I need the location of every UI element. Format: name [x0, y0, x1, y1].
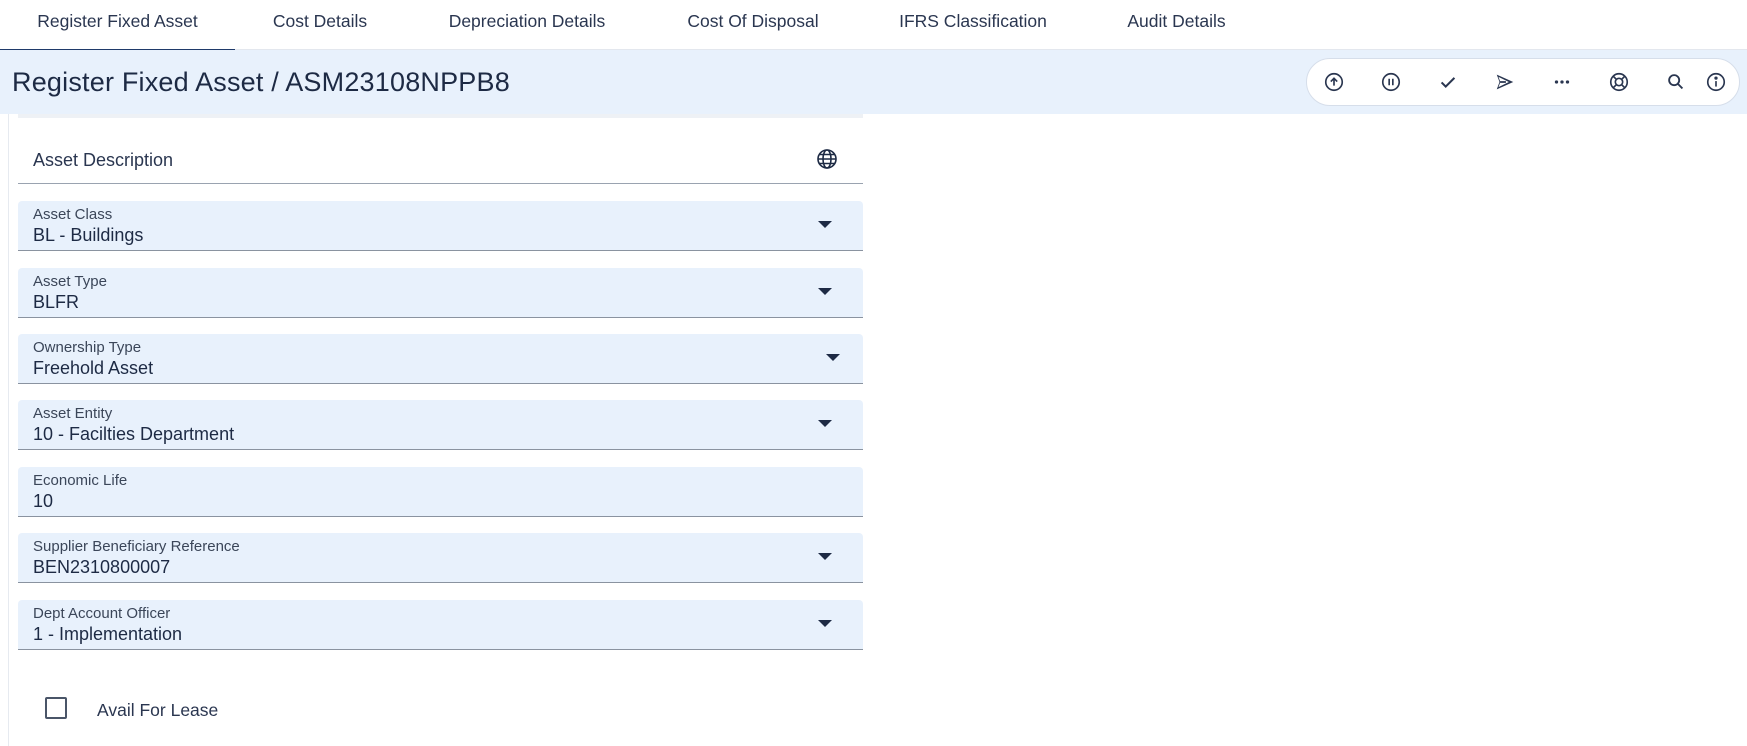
divider: [18, 114, 863, 118]
dept-account-officer-value: 1 - Implementation: [33, 624, 183, 644]
chevron-down-icon[interactable]: [818, 420, 832, 427]
asset-entity-select[interactable]: Asset Entity 10 - Facilties Department: [18, 400, 863, 450]
tab-audit-details[interactable]: Audit Details: [1110, 0, 1243, 49]
chevron-down-icon[interactable]: [818, 553, 832, 560]
pause-icon: [1381, 72, 1401, 92]
upload-icon: [1324, 72, 1344, 92]
ownership-type-select[interactable]: Ownership Type Freehold Asset: [18, 334, 863, 384]
page-title: Register Fixed Asset / ASM23108NPPB8: [12, 67, 510, 97]
help-button[interactable]: [1602, 65, 1636, 99]
ownership-type-value: Freehold Asset: [33, 358, 154, 378]
pause-button[interactable]: [1374, 65, 1408, 99]
asset-class-value: BL - Buildings: [33, 225, 144, 245]
send-button[interactable]: [1488, 65, 1522, 99]
asset-type-value: BLFR: [33, 292, 80, 312]
chevron-down-icon[interactable]: [818, 288, 832, 295]
tab-cost-details[interactable]: Cost Details: [250, 0, 390, 49]
tab-cost-of-disposal[interactable]: Cost Of Disposal: [668, 0, 838, 49]
more-icon: [1554, 80, 1570, 84]
tab-register-fixed-asset[interactable]: Register Fixed Asset: [0, 0, 235, 52]
info-button[interactable]: [1699, 65, 1733, 99]
send-icon: [1496, 74, 1514, 90]
form-area: Asset Description Asset Class BL - Build…: [0, 114, 1747, 746]
chevron-down-icon[interactable]: [818, 221, 832, 228]
asset-class-label: Asset Class: [33, 206, 113, 223]
check-icon: [1440, 77, 1456, 89]
ownership-type-label: Ownership Type: [33, 339, 142, 356]
supplier-beneficiary-reference-select[interactable]: Supplier Beneficiary Reference BEN231080…: [18, 533, 863, 583]
asset-entity-value: 10 - Facilties Department: [33, 424, 235, 444]
supplier-beneficiary-reference-label: Supplier Beneficiary Reference: [33, 538, 240, 555]
supplier-beneficiary-reference-value: BEN2310800007: [33, 557, 171, 577]
globe-icon[interactable]: [815, 147, 839, 171]
economic-life-input[interactable]: Economic Life 10: [18, 467, 863, 517]
tab-depreciation-details[interactable]: Depreciation Details: [426, 0, 628, 49]
asset-description-label: Asset Description: [33, 150, 174, 170]
action-toolbar: [1306, 58, 1740, 106]
more-button[interactable]: [1545, 65, 1579, 99]
chevron-down-icon[interactable]: [818, 620, 832, 627]
search-icon: [1668, 74, 1684, 90]
upload-button[interactable]: [1317, 65, 1351, 99]
divider: [8, 114, 9, 746]
asset-entity-label: Asset Entity: [33, 405, 113, 422]
asset-description-field[interactable]: Asset Description: [18, 134, 863, 184]
chevron-down-icon[interactable]: [826, 354, 840, 361]
page-header: Register Fixed Asset / ASM23108NPPB8: [0, 50, 1747, 114]
avail-for-lease-checkbox[interactable]: [45, 697, 67, 719]
info-icon: [1706, 72, 1726, 92]
search-button[interactable]: [1659, 65, 1693, 99]
economic-life-value: 10: [33, 491, 54, 511]
asset-type-select[interactable]: Asset Type BLFR: [18, 268, 863, 318]
dept-account-officer-label: Dept Account Officer: [33, 605, 171, 622]
tab-bar: Register Fixed Asset Cost Details Deprec…: [0, 0, 1747, 52]
asset-type-label: Asset Type: [33, 273, 107, 290]
lifebuoy-icon: [1609, 72, 1629, 92]
avail-for-lease-label: Avail For Lease: [97, 700, 219, 720]
dept-account-officer-select[interactable]: Dept Account Officer 1 - Implementation: [18, 600, 863, 650]
asset-class-select[interactable]: Asset Class BL - Buildings: [18, 201, 863, 251]
economic-life-label: Economic Life: [33, 472, 128, 489]
approve-button[interactable]: [1431, 65, 1465, 99]
tab-ifrs-classification[interactable]: IFRS Classification: [880, 0, 1066, 49]
